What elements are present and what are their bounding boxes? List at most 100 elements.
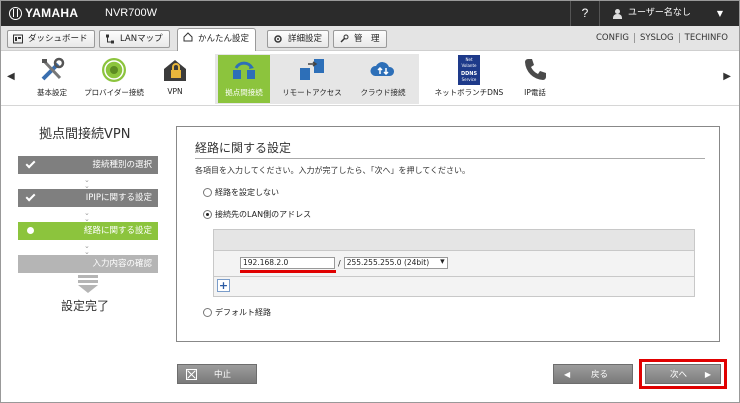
option-no-route[interactable]: 経路を設定しない	[203, 187, 279, 198]
address-separator: /	[338, 258, 341, 268]
step-label: 経路に関する設定	[83, 226, 152, 236]
menu-provider[interactable]: プロバイダー接続	[79, 55, 149, 103]
next-button[interactable]: 次へ ▶	[645, 364, 721, 384]
back-button[interactable]: ◀ 戻る	[553, 364, 633, 384]
next-button-highlight: 次へ ▶	[639, 359, 727, 389]
main-tab-bar: ダッシュボード LANマップ かんたん設定 詳細設定 管 理 CONFIG SYS…	[1, 26, 739, 51]
tab-advanced-label: 詳細設定	[288, 34, 323, 44]
route-settings-panel: 経路に関する設定 各項目を入力してください。入力が完了したら、「次へ」を押してく…	[176, 126, 720, 342]
menu-site-vpn[interactable]: 拠点間接続	[218, 55, 270, 103]
config-link[interactable]: CONFIG	[591, 33, 634, 43]
highlight-underline	[240, 270, 336, 273]
option-lan-address-label: 接続先のLAN側のアドレス	[215, 210, 312, 219]
model-name: NVR700W	[105, 7, 157, 19]
step-route-current: 経路に関する設定	[18, 222, 158, 240]
lan-address-row: 192.168.2.0 / 255.255.255.0 (24bit)	[240, 257, 448, 269]
menu-ip-phone[interactable]: IP電話	[515, 55, 555, 103]
step-label: 入力内容の確認	[92, 259, 152, 269]
arrow-right-icon: ▶	[704, 370, 711, 379]
menu-netvolante-label: ネットボランチDNS	[434, 88, 504, 97]
lan-map-icon	[106, 34, 114, 44]
house-icon	[183, 32, 193, 42]
tab-easy-setup[interactable]: かんたん設定	[177, 28, 257, 51]
menu-cloud-label: クラウド接続	[360, 88, 406, 97]
tab-dashboard-label: ダッシュボード	[28, 34, 88, 44]
radio-default-route[interactable]	[203, 308, 212, 317]
menu-basic-label: 基本設定	[37, 88, 67, 97]
remote-access-icon	[300, 59, 324, 80]
menu-vpn-label: VPN	[167, 87, 183, 96]
tab-admin[interactable]: 管 理	[333, 30, 387, 48]
syslog-link[interactable]: SYSLOG	[633, 33, 679, 43]
network-address-input[interactable]: 192.168.2.0	[240, 257, 335, 269]
menu-vpn[interactable]: VPN	[157, 55, 193, 103]
top-links: CONFIG SYSLOG TECHINFO	[591, 33, 733, 43]
arrow-left-icon: ◀	[564, 370, 571, 379]
cloud-sync-icon	[370, 62, 395, 76]
tab-easy-setup-label: かんたん設定	[198, 34, 250, 44]
menu-remote-access-label: リモートアクセス	[282, 88, 342, 97]
scroll-left-arrow-icon[interactable]: ◀	[7, 71, 15, 82]
step-connection-type: 接続種別の選択	[18, 156, 158, 174]
cancel-button-label: 中止	[214, 370, 232, 380]
current-step-dot-icon	[27, 227, 34, 234]
cancel-button[interactable]: 中止	[177, 364, 257, 384]
menu-basic-settings[interactable]: 基本設定	[29, 55, 75, 103]
chevron-down-icon: ⌄ ⌄	[84, 176, 90, 190]
tab-dashboard[interactable]: ダッシュボード	[7, 30, 95, 48]
next-button-label: 次へ	[670, 370, 688, 380]
user-name: ユーザー名なし	[628, 8, 691, 18]
user-icon	[613, 8, 622, 19]
radio-no-route[interactable]	[203, 188, 212, 197]
help-button[interactable]: ?	[570, 1, 600, 26]
panel-title: 経路に関する設定	[195, 141, 292, 155]
menu-cloud[interactable]: クラウド接続	[355, 55, 411, 103]
option-default-route[interactable]: デフォルト経路	[203, 307, 271, 318]
netmask-select[interactable]: 255.255.255.0 (24bit)	[343, 257, 448, 269]
menu-ip-phone-label: IP電話	[524, 88, 546, 97]
option-default-route-label: デフォルト経路	[215, 308, 271, 317]
radio-lan-address[interactable]	[203, 210, 212, 219]
step-confirm: 入力内容の確認	[18, 255, 158, 273]
svg-text:Service: Service	[462, 77, 477, 82]
step-label: 接続種別の選択	[92, 160, 152, 170]
feature-menu: ◀ 基本設定 プロバイダー接続 VPN 拠点間接続 リモートアクセス クラウド接…	[1, 51, 739, 106]
user-menu[interactable]: ユーザー名なし ▼	[613, 1, 723, 26]
step-label: IPIPに関する設定	[85, 193, 152, 203]
lan-address-table-header	[214, 230, 694, 251]
tuning-fork-logo-icon	[9, 6, 22, 20]
menu-remote-access[interactable]: リモートアクセス	[277, 55, 347, 103]
tab-advanced[interactable]: 詳細設定	[267, 30, 330, 48]
setup-complete-label: 設定完了	[61, 299, 110, 313]
tab-lanmap[interactable]: LANマップ	[99, 30, 170, 48]
brand-name: YAMAHA	[25, 6, 79, 20]
instruction-text: 各項目を入力してください。入力が完了したら、「次へ」を押してください。	[195, 166, 471, 175]
chevron-down-icon: ⌄ ⌄	[84, 209, 90, 223]
option-lan-address[interactable]: 接続先のLAN側のアドレス	[203, 209, 311, 220]
vpn-house-lock-icon	[164, 60, 186, 81]
wrench-icon	[340, 34, 349, 43]
top-header: YAMAHA NVR700W ? ユーザー名なし ▼	[1, 1, 739, 26]
scroll-right-arrow-icon[interactable]: ▶	[723, 71, 731, 82]
svg-text:Net: Net	[465, 57, 472, 62]
title-divider	[195, 158, 705, 159]
table-divider	[214, 276, 694, 277]
tools-icon	[41, 57, 65, 81]
step-ipip: IPIPに関する設定	[18, 189, 158, 207]
menu-provider-label: プロバイダー接続	[84, 88, 144, 97]
yamaha-logo: YAMAHA	[9, 6, 78, 20]
menu-site-vpn-label: 拠点間接続	[225, 88, 263, 97]
down-arrow-icon	[78, 275, 98, 293]
site-to-site-icon	[233, 61, 255, 79]
tab-lanmap-label: LANマップ	[120, 34, 163, 44]
check-icon	[25, 158, 36, 169]
back-button-label: 戻る	[591, 370, 609, 380]
netvolante-ddns-logo: Net Volante DDNS Service	[458, 55, 480, 85]
add-row-button[interactable]: +	[217, 279, 230, 292]
lan-address-table: 192.168.2.0 / 255.255.255.0 (24bit) +	[213, 229, 695, 297]
chevron-down-icon: ▼	[716, 9, 723, 18]
menu-netvolante-dns[interactable]: Net Volante DDNS Service ネットボランチDNS	[431, 55, 507, 103]
svg-text:Volante: Volante	[462, 63, 478, 68]
globe-icon	[102, 58, 126, 82]
techinfo-link[interactable]: TECHINFO	[678, 33, 733, 43]
